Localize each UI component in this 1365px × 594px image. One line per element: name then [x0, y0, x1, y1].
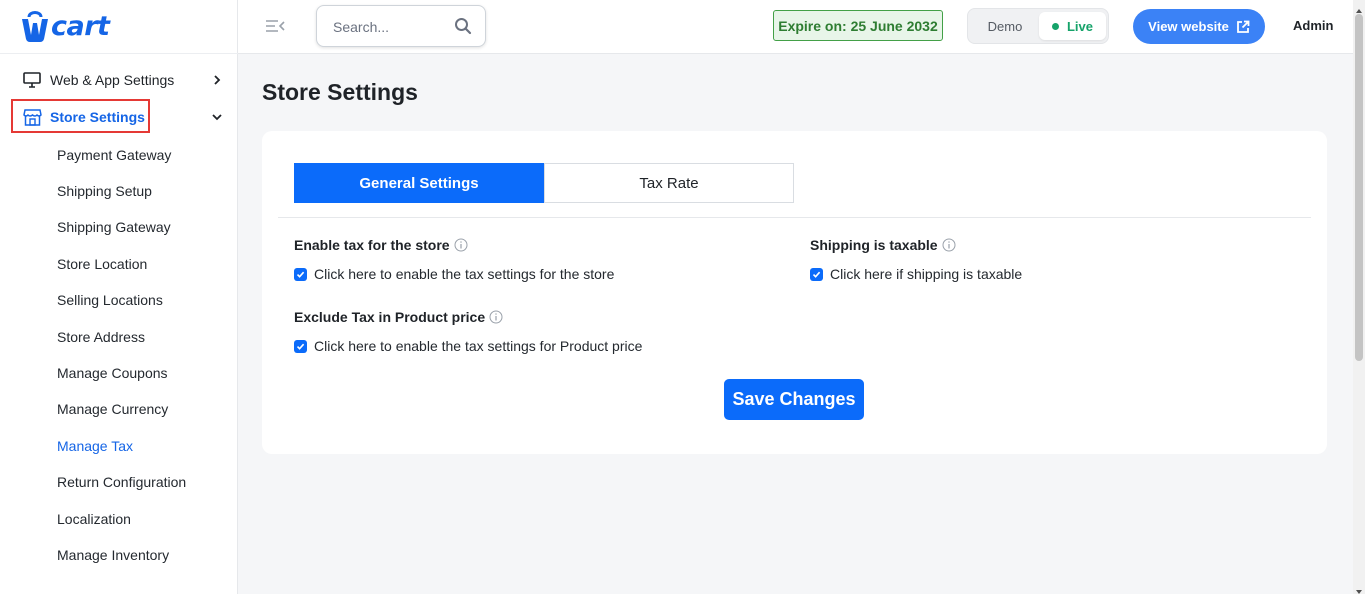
mode-demo-option[interactable]: Demo [972, 12, 1038, 40]
enable-tax-checkbox-row[interactable]: Click here to enable the tax settings fo… [294, 266, 614, 282]
sidebar-item-shipping-setup[interactable]: Shipping Setup [57, 183, 152, 199]
tab-general-settings[interactable]: General Settings [294, 163, 544, 203]
live-status-dot [1051, 22, 1059, 30]
selection-highlight-box [11, 99, 150, 133]
sidebar-section-label: Web & App Settings [50, 72, 175, 88]
cart-logo-icon [20, 9, 50, 43]
collapse-menu-icon[interactable] [264, 16, 286, 36]
exclude-tax-label-text: Exclude Tax in Product price [294, 309, 486, 325]
tabs-divider [278, 217, 1311, 218]
save-changes-button[interactable]: Save Changes [724, 379, 864, 420]
search-box [316, 5, 486, 47]
tab-tax-rate[interactable]: Tax Rate [544, 163, 794, 203]
expiry-badge: Expire on: 25 June 2032 [773, 10, 943, 41]
sidebar-item-selling-locations[interactable]: Selling Locations [57, 292, 163, 308]
enable-tax-checkbox-label: Click here to enable the tax settings fo… [314, 266, 615, 282]
external-link-icon [1236, 20, 1250, 34]
search-icon[interactable] [454, 17, 472, 35]
shipping-taxable-checkbox[interactable] [810, 267, 823, 281]
exclude-tax-checkbox-label: Click here to enable the tax settings fo… [314, 338, 643, 354]
exclude-tax-label: Exclude Tax in Product price [294, 309, 503, 325]
shipping-taxable-label: Shipping is taxable [810, 237, 956, 253]
sidebar: cart Web & App Settings Store Settings P… [0, 0, 238, 594]
info-icon[interactable] [942, 238, 956, 252]
enable-tax-label-text: Enable tax for the store [294, 237, 450, 253]
user-menu[interactable]: Admin [1293, 18, 1333, 33]
sidebar-item-localization[interactable]: Localization [57, 511, 131, 527]
sidebar-item-return-configuration[interactable]: Return Configuration [57, 474, 186, 490]
page-title: Store Settings [262, 79, 418, 105]
chevron-down-icon [208, 108, 226, 126]
logo[interactable]: cart [20, 8, 110, 44]
shipping-taxable-label-text: Shipping is taxable [810, 237, 938, 253]
enable-tax-label: Enable tax for the store [294, 237, 468, 253]
scroll-down-arrow-icon[interactable] [1355, 583, 1363, 594]
mode-live-option[interactable]: Live [1039, 12, 1106, 40]
scrollbar-thumb[interactable] [1355, 14, 1363, 361]
page-scrollbar[interactable] [1353, 0, 1365, 594]
mode-live-label: Live [1066, 18, 1093, 34]
monitor-icon [22, 70, 42, 90]
sidebar-item-shipping-gateway[interactable]: Shipping Gateway [57, 219, 171, 235]
info-icon[interactable] [454, 238, 468, 252]
shipping-taxable-checkbox-row[interactable]: Click here if shipping is taxable [810, 266, 1022, 282]
mode-toggle: Demo Live [967, 8, 1109, 44]
shipping-taxable-checkbox-label: Click here if shipping is taxable [830, 266, 1023, 282]
search-input[interactable] [333, 17, 451, 37]
logo-text: cart [51, 10, 110, 42]
exclude-tax-checkbox[interactable] [294, 339, 307, 353]
sidebar-item-manage-coupons[interactable]: Manage Coupons [57, 365, 168, 381]
sidebar-item-payment-gateway[interactable]: Payment Gateway [57, 147, 171, 163]
sidebar-item-manage-tax[interactable]: Manage Tax [57, 438, 133, 454]
sidebar-item-manage-currency[interactable]: Manage Currency [57, 401, 168, 417]
enable-tax-checkbox[interactable] [294, 267, 307, 281]
sidebar-item-manage-inventory[interactable]: Manage Inventory [57, 547, 169, 563]
view-website-label: View website [1148, 19, 1229, 34]
sidebar-section-web-app-settings[interactable]: Web & App Settings [22, 68, 228, 92]
view-website-button[interactable]: View website [1133, 9, 1265, 44]
exclude-tax-checkbox-row[interactable]: Click here to enable the tax settings fo… [294, 338, 642, 354]
sidebar-item-store-address[interactable]: Store Address [57, 329, 145, 345]
info-icon[interactable] [489, 310, 503, 324]
settings-tabs: General Settings Tax Rate [294, 163, 794, 203]
chevron-right-icon [208, 71, 226, 89]
scroll-up-arrow-icon[interactable] [1355, 2, 1363, 13]
sidebar-item-store-location[interactable]: Store Location [57, 256, 147, 272]
sidebar-divider [0, 53, 238, 54]
